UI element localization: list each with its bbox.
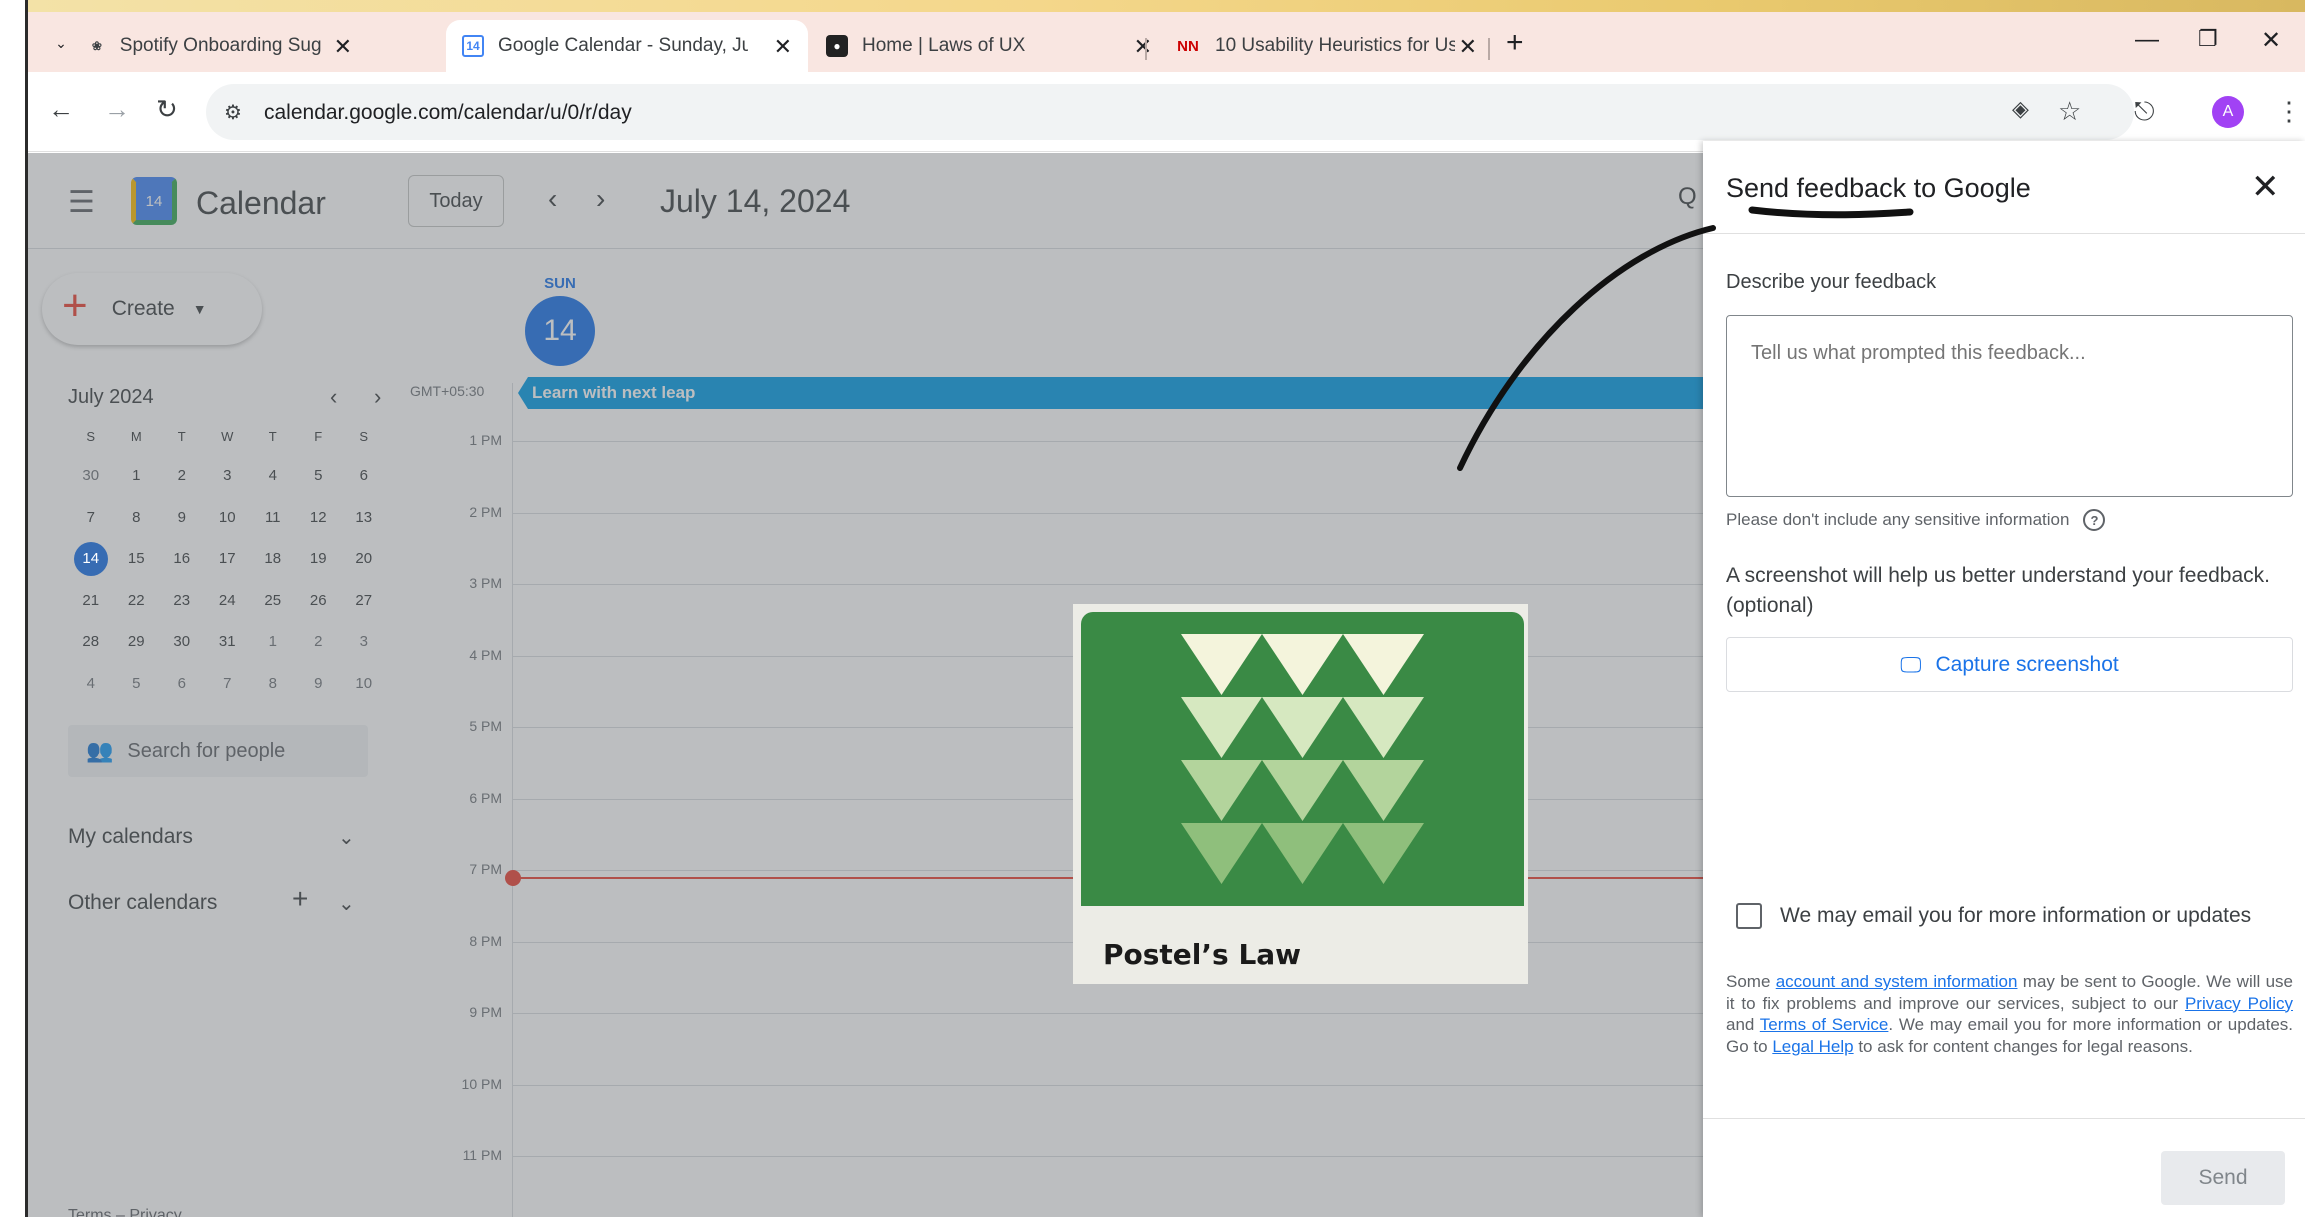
panel-divider	[1703, 1118, 2305, 1119]
pattern-triangle	[1343, 634, 1424, 695]
tab-google-calendar[interactable]: 14 Google Calendar - Sunday, July ✕	[446, 20, 808, 72]
pattern-triangle	[1181, 823, 1262, 884]
sensitive-info-note: Please don't include any sensitive infor…	[1726, 509, 2106, 531]
browser-toolbar: ← → ↻ ⚙ calendar.google.com/calendar/u/0…	[28, 72, 2305, 152]
describe-feedback-label: Describe your feedback	[1726, 271, 1937, 293]
pattern-triangle	[1262, 697, 1343, 758]
reload-icon[interactable]: ↻	[156, 94, 178, 125]
feedback-title: Send feedback to Google	[1726, 173, 2031, 203]
close-tab-icon[interactable]: ✕	[774, 34, 792, 60]
help-icon[interactable]: ?	[2083, 509, 2106, 531]
tab-search-chevron-icon[interactable]: ⌄	[46, 28, 76, 58]
openai-icon: ❀	[91, 39, 102, 53]
pattern-triangle	[1343, 823, 1424, 884]
more-menu-icon[interactable]: ⋮	[2276, 96, 2302, 127]
close-tab-icon[interactable]: ✕	[1459, 34, 1477, 60]
panel-divider	[1703, 233, 2305, 234]
site-settings-icon[interactable]: ⚙	[224, 100, 242, 125]
capture-screenshot-button[interactable]: 🖵 Capture screenshot	[1726, 637, 2293, 692]
lens-icon[interactable]: ◈	[2012, 96, 2029, 122]
legal-part: and	[1726, 1015, 1760, 1034]
close-tab-icon[interactable]: ✕	[334, 34, 352, 60]
screen-left-edge	[0, 0, 28, 1217]
minimize-icon[interactable]: —	[2135, 26, 2159, 54]
email-consent-row[interactable]: We may email you for more information or…	[1736, 903, 2251, 929]
sensitive-note-text: Please don't include any sensitive infor…	[1726, 510, 2070, 529]
nn-icon: NN	[1177, 37, 1199, 55]
pattern-triangle	[1262, 823, 1343, 884]
screenshot-icon: 🖵	[1900, 651, 1922, 677]
back-icon[interactable]: ←	[48, 94, 74, 125]
tab-title: Spotify Onboarding Suggestion	[119, 35, 322, 56]
pattern-triangle	[1181, 697, 1262, 758]
feedback-textarea[interactable]	[1726, 315, 2293, 497]
card-title: Postel’s Law	[1103, 938, 1302, 971]
lawsofux-icon: ●	[826, 35, 848, 57]
tab-separator	[1488, 38, 1490, 60]
pattern-triangle	[1262, 634, 1343, 695]
tab-title: Google Calendar - Sunday, July	[498, 35, 748, 56]
legal-part: Some	[1726, 972, 1776, 991]
pattern-triangle	[1343, 697, 1424, 758]
legal-part: to ask for content changes for legal rea…	[1853, 1036, 2193, 1056]
screen-top-strip	[0, 0, 2305, 12]
account-info-link[interactable]: account and system information	[1776, 972, 2018, 991]
terms-of-service-link[interactable]: Terms of Service	[1760, 1015, 1889, 1034]
screenshot-info: A screenshot will help us better underst…	[1726, 564, 2270, 617]
send-button[interactable]: Send	[2161, 1151, 2285, 1205]
triangle-pattern-svg	[1181, 634, 1424, 884]
tab-bar: ⌄ ❀ Spotify Onboarding Suggestion ✕ 14 G…	[28, 12, 2305, 72]
restore-icon[interactable]: ❐	[2198, 26, 2218, 52]
close-tab-icon[interactable]: ✕	[1134, 34, 1152, 60]
close-window-icon[interactable]: ✕	[2261, 26, 2281, 55]
legal-help-link[interactable]: Legal Help	[1772, 1037, 1853, 1056]
triangle-pattern-art	[1081, 612, 1524, 906]
capture-label: Capture screenshot	[1935, 652, 2119, 676]
bookmark-star-icon[interactable]: ☆	[2058, 96, 2081, 127]
tab-laws-of-ux[interactable]: ● Home | Laws of UX ✕	[808, 20, 1168, 72]
feedback-panel: Send feedback to Google ✕ Describe your …	[1703, 141, 2305, 1217]
email-option-label: We may email you for more information or…	[1780, 904, 2252, 927]
tab-separator	[1145, 38, 1147, 60]
forward-icon[interactable]: →	[104, 94, 130, 125]
tab-nn-usability[interactable]: NN 10 Usability Heuristics for User ✕	[1163, 20, 1503, 72]
tab-title: Home | Laws of UX	[862, 35, 1026, 56]
calendar-icon: 14	[462, 35, 484, 57]
url-text[interactable]: calendar.google.com/calendar/u/0/r/day	[264, 101, 632, 125]
tab-spotify[interactable]: ❀ Spotify Onboarding Suggestion ✕	[88, 20, 352, 72]
legal-text: Some account and system information may …	[1726, 971, 2293, 1057]
close-icon[interactable]: ✕	[2251, 167, 2280, 207]
pattern-triangle	[1181, 760, 1262, 821]
privacy-policy-link[interactable]: Privacy Policy	[2185, 994, 2293, 1013]
postels-law-card[interactable]: Postel’s Law	[1073, 604, 1528, 984]
pattern-triangle	[1343, 760, 1424, 821]
email-checkbox[interactable]	[1736, 903, 1762, 929]
profile-avatar[interactable]: A	[2212, 96, 2244, 128]
pattern-triangle	[1262, 760, 1343, 821]
new-tab-button[interactable]: +	[1506, 26, 1524, 60]
tab-title: 10 Usability Heuristics for User	[1215, 35, 1455, 56]
extensions-icon[interactable]: ⎋	[2134, 96, 2155, 128]
pattern-triangle	[1181, 634, 1262, 695]
